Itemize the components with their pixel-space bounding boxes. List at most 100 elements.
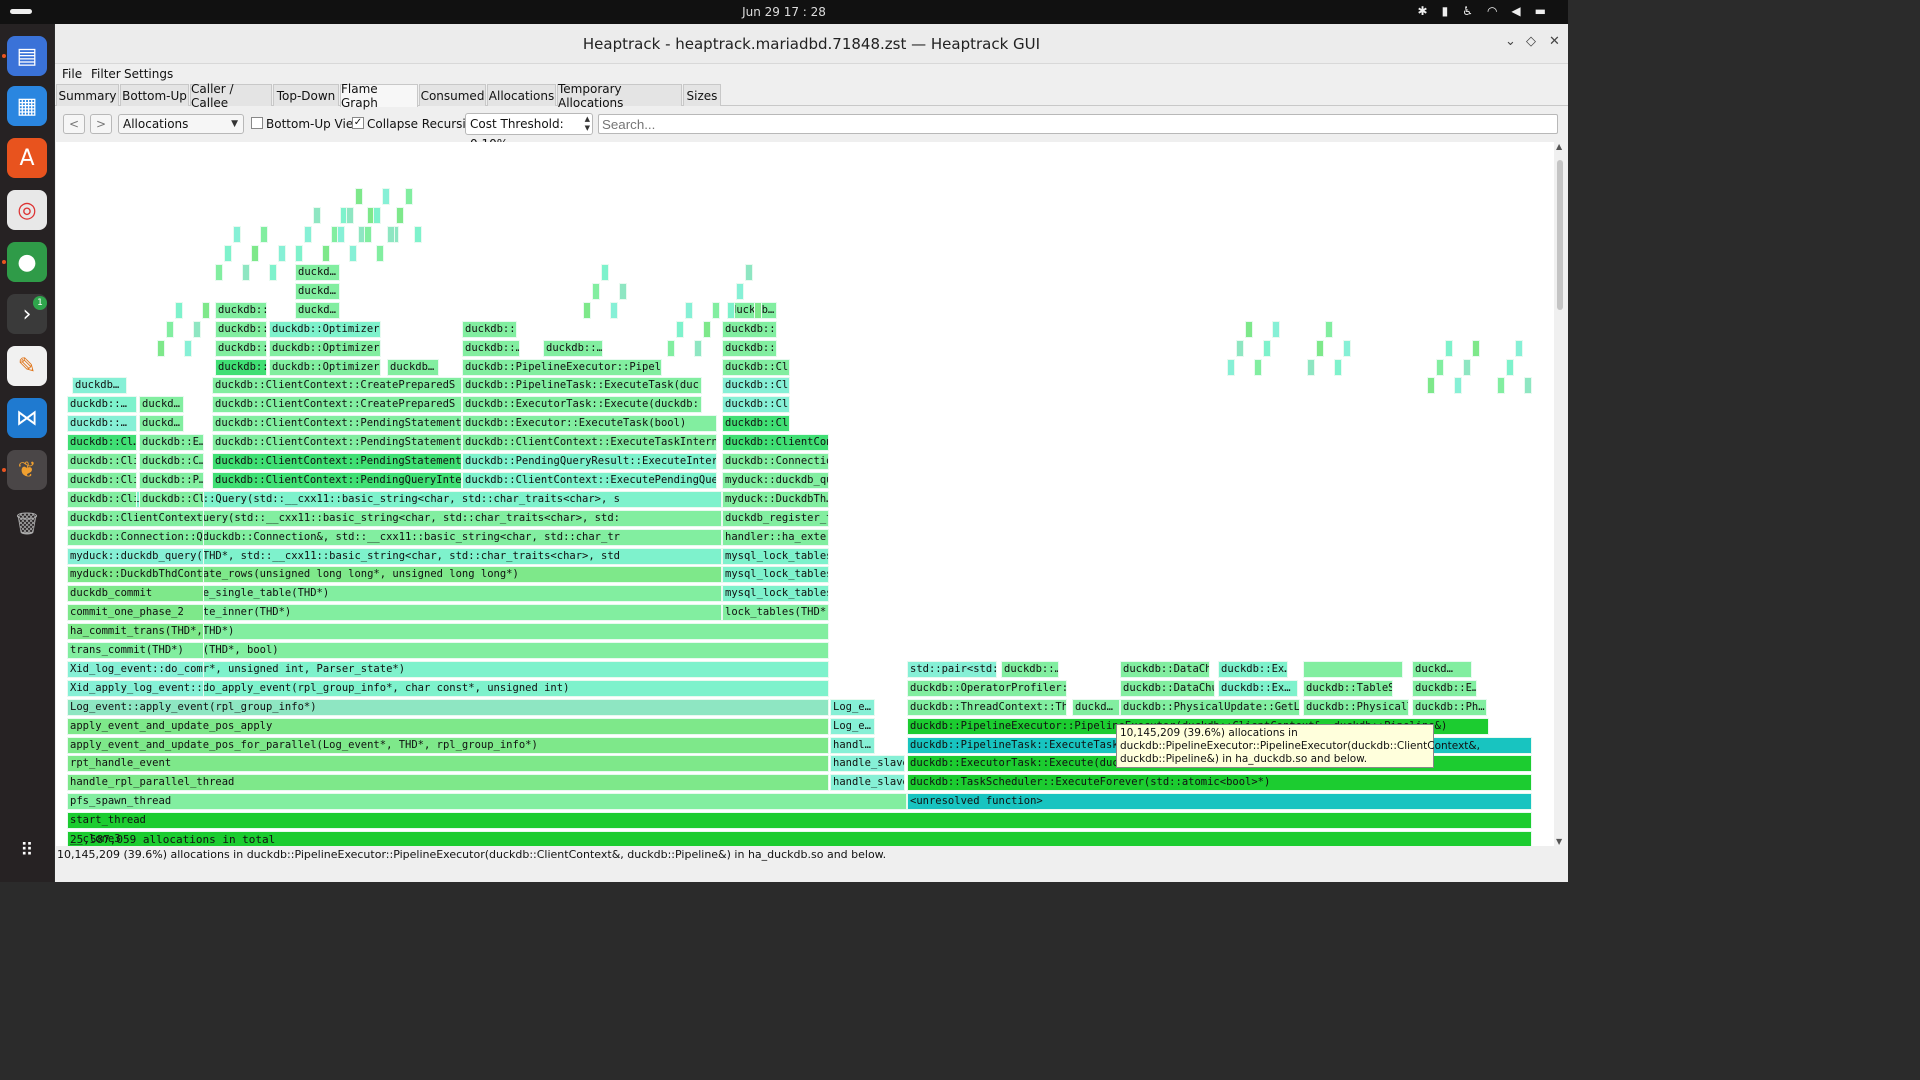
flame-frame[interactable]: duckdb::P… <box>139 471 204 489</box>
flame-frame[interactable] <box>1263 339 1271 357</box>
forward-button[interactable]: > <box>90 114 112 134</box>
flame-frame[interactable]: <unresolved function> <box>907 793 1532 811</box>
flame-frame[interactable] <box>1497 377 1505 395</box>
flame-frame[interactable] <box>346 207 354 225</box>
flame-frame[interactable]: apply_event_and_update_pos_for_parallel(… <box>67 736 829 754</box>
tab-allocations[interactable]: Allocations <box>487 84 556 106</box>
flame-frame[interactable]: duckd… <box>295 264 340 281</box>
flame-frame[interactable]: duckdb::ClientContext::PendingQueryInter… <box>212 471 462 489</box>
flame-frame[interactable]: duckdb:: <box>215 358 267 376</box>
flame-frame[interactable] <box>712 301 720 319</box>
flame-frame[interactable] <box>304 226 312 244</box>
flame-frame[interactable]: duckdb::Cl <box>139 490 204 508</box>
flame-frame[interactable] <box>1436 358 1444 376</box>
minimize-icon[interactable]: ⌄ <box>1505 34 1516 49</box>
flame-frame[interactable] <box>376 245 384 263</box>
flame-frame[interactable]: duckdb::Connectio <box>722 453 829 470</box>
flame-frame[interactable]: duckdb::PhysicalUpdate::GetLoc <box>1120 698 1300 716</box>
flame-frame[interactable]: duckdb::PipelineTask::ExecuteTask(duc <box>462 377 702 395</box>
flame-frame[interactable] <box>295 245 303 263</box>
flame-frame[interactable] <box>364 226 372 244</box>
flame-frame[interactable] <box>667 339 675 357</box>
flame-frame[interactable]: duckdb::PipelineExecutor::Pipelin <box>462 358 662 376</box>
flame-frame[interactable]: myduck::DuckdbThdCont… <box>67 566 204 584</box>
flame-frame[interactable]: duckdb::PhysicalT <box>1303 698 1409 716</box>
scroll-down-icon[interactable]: ▼ <box>1556 837 1562 846</box>
apps-grid-icon[interactable]: ⠿ <box>7 830 47 870</box>
flame-frame[interactable] <box>349 245 357 263</box>
flame-frame[interactable] <box>184 339 192 357</box>
flame-frame[interactable]: duckdb::ExecutorTask::Execute(duckdb::Ta <box>462 396 702 414</box>
tab-consumed[interactable]: Consumed <box>419 84 486 106</box>
flame-frame[interactable]: duckdb::Cli <box>67 490 137 508</box>
flame-frame[interactable]: duckdb::ClientContext::PendingStatementI… <box>212 415 462 433</box>
flame-frame[interactable]: commit_one_phase_2 <box>67 604 204 622</box>
flame-frame[interactable]: duckdb::… <box>462 339 520 357</box>
flame-frame[interactable] <box>414 226 422 244</box>
flame-frame[interactable]: __clone3 <box>67 831 1532 846</box>
flame-frame[interactable]: duckdb::Connection::Qu <box>67 528 204 546</box>
flame-frame[interactable] <box>202 301 210 319</box>
flame-frame[interactable]: duckdb::ClientCon <box>722 434 829 452</box>
flame-frame[interactable]: duckdb::TableS <box>1303 679 1393 697</box>
flame-frame[interactable]: duckdb::Cli <box>722 396 790 414</box>
flame-frame[interactable] <box>193 320 201 338</box>
flame-frame[interactable]: duckdb::ClientContext::CreatePreparedS <box>212 396 462 414</box>
scroll-thumb[interactable] <box>1557 160 1563 310</box>
flame-frame[interactable] <box>1427 377 1435 395</box>
flame-frame[interactable]: handle_slave <box>830 755 905 773</box>
flame-frame[interactable]: duckdb::… <box>1001 660 1059 678</box>
flame-frame[interactable]: handle_slave <box>830 774 905 792</box>
flame-frame[interactable] <box>373 207 381 225</box>
flame-frame[interactable] <box>224 245 232 263</box>
system-tray[interactable]: ✱ ▮ ♿ ◠ ◀ ▬ <box>1418 4 1547 18</box>
scroll-up-icon[interactable]: ▲ <box>1556 142 1562 151</box>
flame-frame[interactable] <box>610 301 618 319</box>
flame-frame[interactable] <box>313 207 321 225</box>
flame-frame[interactable]: duckdb::Cl… <box>67 434 137 452</box>
volume-icon[interactable]: ◀ <box>1511 4 1520 18</box>
flame-frame[interactable] <box>592 282 600 300</box>
flame-frame[interactable]: lock_tables(THD*, <box>722 604 829 622</box>
menu-file[interactable]: File <box>62 67 82 81</box>
flame-frame[interactable] <box>583 301 591 319</box>
flame-frame[interactable]: duckd… <box>295 301 340 319</box>
flame-frame[interactable]: duckdb::Ph… <box>1412 698 1487 716</box>
flame-frame[interactable]: duckdb::ClientContext::ExecuteTaskIntern… <box>462 434 717 452</box>
flame-frame[interactable]: duckdb::ClientContext::CreatePreparedS <box>212 377 462 395</box>
title-bar[interactable]: Heaptrack - heaptrack.mariadbd.71848.zst… <box>55 24 1568 64</box>
flame-frame[interactable]: duckdb::… <box>462 320 517 338</box>
software-icon[interactable]: A <box>7 138 47 178</box>
flame-frame[interactable]: duckdb::Cli <box>67 471 137 489</box>
flame-frame[interactable]: duckdb::DataCh… <box>1120 660 1210 678</box>
flame-frame[interactable]: duckdb::… <box>215 301 267 319</box>
flame-frame[interactable]: myduck::DuckdbTh… <box>722 490 829 508</box>
help-icon[interactable]: ◎ <box>7 190 47 230</box>
flame-frame[interactable]: myduck::duckdb_qu <box>722 471 829 489</box>
flame-frame[interactable]: duckd… <box>295 282 340 300</box>
flame-frame[interactable]: myduck::duckdb_query(d <box>67 547 204 565</box>
flame-frame[interactable] <box>1454 377 1462 395</box>
files-icon[interactable]: ▤ <box>7 36 47 76</box>
flame-frame[interactable]: duckdb::OperatorProfiler: <box>907 679 1067 697</box>
flame-frame[interactable] <box>387 226 395 244</box>
tab-flame-graph[interactable]: Flame Graph <box>340 82 418 110</box>
flame-frame[interactable]: duckdb_commit <box>67 585 204 603</box>
flame-frame[interactable] <box>396 207 404 225</box>
tab-top-down[interactable]: Top-Down <box>273 84 339 106</box>
flame-frame[interactable] <box>1445 339 1453 357</box>
flame-frame[interactable]: ha_commit_trans(THD*, <box>67 623 204 641</box>
flame-frame[interactable]: duckdb::Cli <box>722 415 790 433</box>
flame-frame[interactable] <box>1254 358 1262 376</box>
flame-frame[interactable]: duckd… <box>1412 660 1472 678</box>
flame-frame[interactable]: duckdb… <box>387 358 439 376</box>
flame-frame[interactable] <box>405 188 413 206</box>
flame-frame[interactable]: mysql_lock_tables <box>722 547 829 565</box>
flame-frame[interactable]: duckdb::Optimizer: <box>269 358 381 376</box>
flame-frame[interactable]: duckdb::… <box>67 415 137 433</box>
search-input[interactable] <box>598 114 1558 134</box>
flame-frame[interactable]: duckdb::TaskScheduler::ExecuteForever(st… <box>907 774 1532 792</box>
flame-frame[interactable] <box>175 301 183 319</box>
flame-frame[interactable] <box>382 188 390 206</box>
tab-summary[interactable]: Summary <box>56 84 119 106</box>
